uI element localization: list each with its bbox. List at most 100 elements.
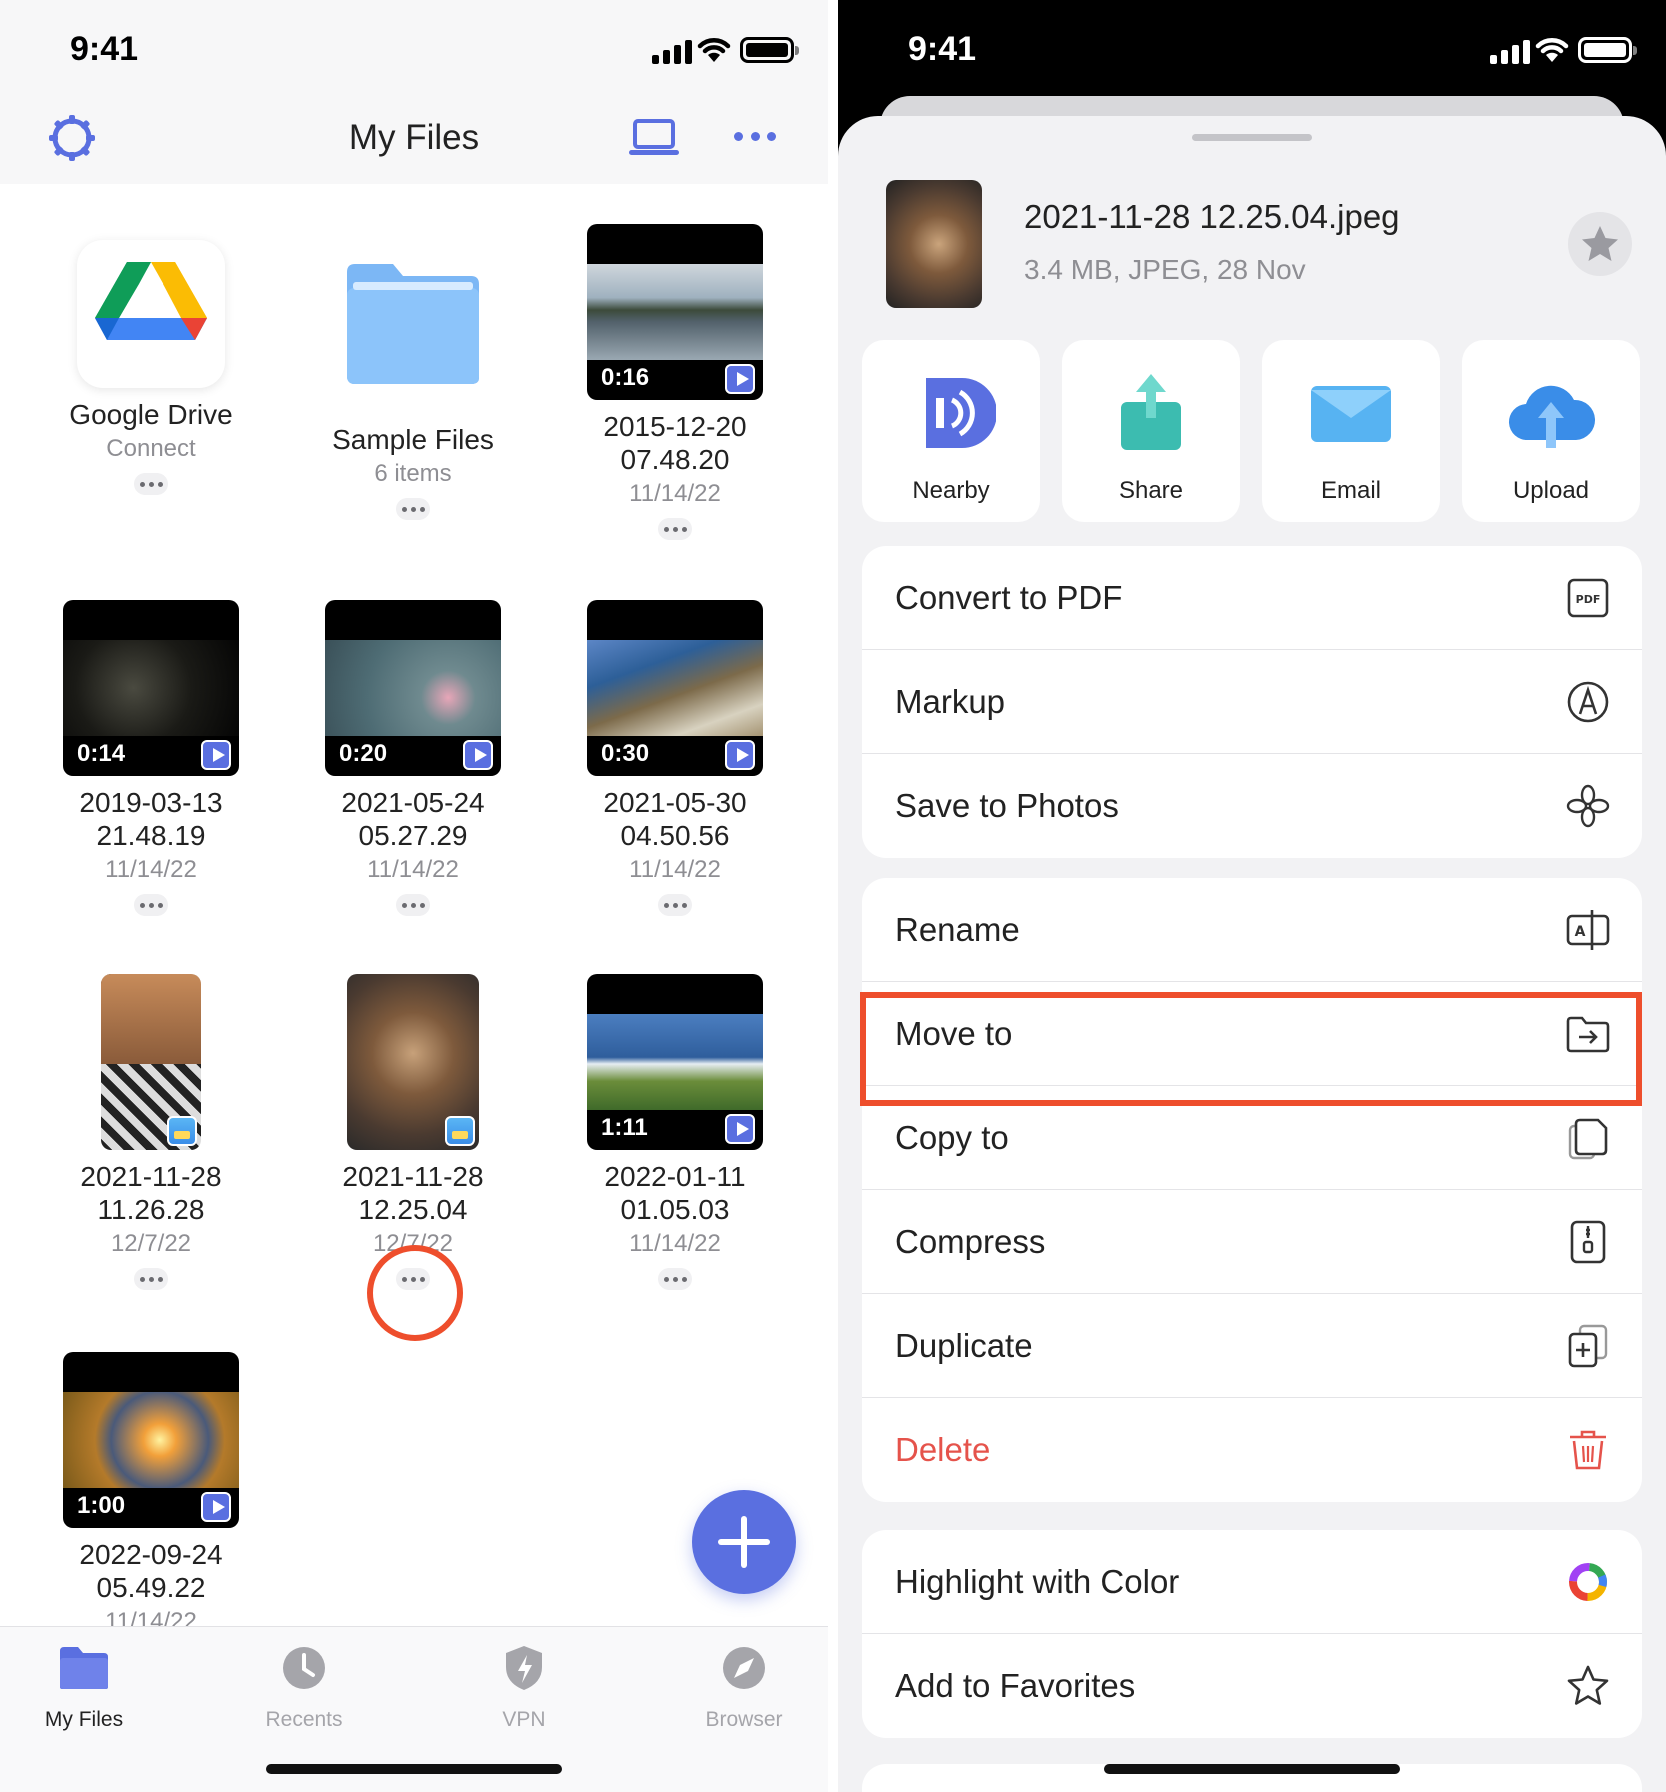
quick-action-label: Nearby: [912, 477, 990, 504]
my-files-screen: 9:41 My Files Google Drive Connect Sampl…: [0, 0, 828, 1792]
video-duration: 1:11: [601, 1114, 648, 1141]
item-subtitle: 6 items: [374, 460, 452, 487]
row-label: Compress: [895, 1223, 1046, 1260]
item-subtitle: 11/14/22: [629, 480, 721, 507]
more-options-icon[interactable]: [734, 128, 776, 144]
upload-icon: [1508, 385, 1596, 448]
item-more-icon[interactable]: [658, 1268, 692, 1290]
add-button[interactable]: [692, 1490, 796, 1594]
row-label: Save to Photos: [895, 787, 1119, 824]
actions-group-convert: Convert to PDF PDF Markup Save to Photos: [862, 546, 1642, 858]
duplicate-icon: [1568, 1324, 1608, 1368]
tab-recents[interactable]: Recents: [224, 1645, 384, 1732]
grid-item-video[interactable]: 0:30 2021-05-30 04.50.56 11/14/22: [544, 600, 806, 916]
image-badge-icon: [445, 1116, 475, 1146]
grid-item-google-drive[interactable]: Google Drive Connect: [20, 240, 282, 495]
grid-item-photo-selected[interactable]: 2021-11-28 12.25.04 12/7/22: [282, 974, 544, 1290]
upload-button[interactable]: Upload: [1462, 340, 1640, 522]
cellular-signal-icon: [652, 38, 692, 64]
item-more-icon[interactable]: [134, 1268, 168, 1290]
share-button[interactable]: Share: [1062, 340, 1240, 522]
item-name: Sample Files: [332, 424, 494, 455]
status-time: 9:41: [70, 30, 139, 68]
highlight-with-color-row[interactable]: Highlight with Color: [862, 1530, 1642, 1634]
star-filled-icon: [1582, 226, 1618, 261]
page-title: My Files: [348, 118, 480, 157]
row-label: Rename: [895, 911, 1020, 948]
trash-icon: [1570, 1430, 1606, 1470]
row-label: Add to Favorites: [895, 1667, 1136, 1704]
actions-group-organize: Highlight with Color Add to Favorites: [862, 1530, 1642, 1738]
wifi-icon: [697, 38, 731, 62]
row-label: Convert to PDF: [895, 579, 1123, 616]
tab-label: My Files: [44, 1708, 124, 1731]
nearby-button[interactable]: Nearby: [862, 340, 1040, 522]
add-to-favorites-row[interactable]: Add to Favorites: [862, 1634, 1642, 1738]
row-label: Highlight with Color: [895, 1563, 1180, 1600]
status-bar: 9:41: [0, 0, 828, 100]
tab-browser[interactable]: Browser: [664, 1645, 824, 1732]
pdf-convert-icon: PDF: [1567, 578, 1609, 618]
item-name: 2021-11-28 11.26.28: [80, 1161, 222, 1225]
item-name: 2021-05-30 04.50.56: [603, 787, 747, 851]
item-subtitle: 11/14/22: [367, 856, 459, 883]
photo-thumbnail: [101, 974, 201, 1150]
markup-row[interactable]: Markup: [862, 650, 1642, 754]
item-more-icon[interactable]: [134, 473, 168, 495]
save-to-photos-row[interactable]: Save to Photos: [862, 754, 1642, 858]
item-subtitle: 12/7/22: [110, 1230, 192, 1257]
grid-item-sample-files[interactable]: Sample Files 6 items: [282, 240, 544, 520]
folder-icon: [347, 264, 479, 384]
item-more-icon[interactable]: [658, 894, 692, 916]
video-duration: 0:14: [77, 740, 126, 767]
item-name: 2015-12-20 07.48.20: [603, 411, 747, 475]
rename-icon: A: [1566, 910, 1610, 950]
item-more-icon[interactable]: [396, 498, 430, 520]
grid-item-video[interactable]: 0:16 2015-12-20 07.48.20 11/14/22: [544, 224, 806, 540]
markup-icon: [1567, 681, 1609, 723]
battery-icon: [740, 37, 799, 63]
tab-my-files[interactable]: My Files: [4, 1645, 164, 1732]
favorite-button[interactable]: [1568, 212, 1632, 276]
grid-item-photo[interactable]: 2021-11-28 11.26.28 12/7/22: [20, 974, 282, 1290]
sheet-grabber[interactable]: [1192, 134, 1312, 141]
duplicate-row[interactable]: Duplicate: [862, 1294, 1642, 1398]
grid-item-video[interactable]: 0:14 2019-03-13 21.48.19 11/14/22: [20, 600, 282, 916]
svg-text:A: A: [1575, 924, 1586, 940]
grid-item-video[interactable]: 0:20 2021-05-24 05.27.29 11/14/22: [282, 600, 544, 916]
video-thumbnail: 0:20: [325, 600, 501, 776]
row-label: Markup: [895, 683, 1006, 720]
quick-action-label: Upload: [1512, 477, 1590, 504]
tab-vpn[interactable]: VPN: [444, 1645, 604, 1732]
convert-to-pdf-row[interactable]: Convert to PDF PDF: [862, 546, 1642, 650]
grid-item-video[interactable]: 1:00 2022-09-24 05.49.22 11/14/22: [20, 1352, 282, 1626]
star-outline-icon: [1567, 1665, 1609, 1705]
tab-bar: My Files Recents VPN Browser: [0, 1626, 828, 1792]
item-more-icon[interactable]: [658, 518, 692, 540]
email-button[interactable]: Email: [1262, 340, 1440, 522]
item-more-icon[interactable]: [396, 894, 430, 916]
delete-row[interactable]: Delete: [862, 1398, 1642, 1502]
action-sheet: 2021-11-28 12.25.04.jpeg 3.4 MB, JPEG, 2…: [838, 116, 1666, 1792]
item-name: 2021-05-24 05.27.29: [341, 787, 485, 851]
email-icon: [1311, 386, 1391, 442]
item-subtitle: 11/14/22: [105, 1608, 197, 1626]
row-label: Duplicate: [895, 1327, 1033, 1364]
shield-icon: [506, 1646, 542, 1690]
laptop-icon[interactable]: [628, 118, 680, 158]
play-badge-icon: [201, 740, 231, 770]
row-label: Delete: [895, 1431, 991, 1468]
item-subtitle: 11/14/22: [629, 856, 721, 883]
rename-highlight-annotation: [860, 992, 1642, 1106]
item-more-icon[interactable]: [134, 894, 168, 916]
grid-item-video[interactable]: 1:11 2022-01-11 01.05.03 11/14/22: [544, 974, 806, 1290]
file-meta: 3.4 MB, JPEG, 28 Nov: [1024, 254, 1306, 285]
compass-icon: [723, 1647, 765, 1689]
play-badge-icon: [725, 1114, 755, 1144]
rename-row[interactable]: Rename A: [862, 878, 1642, 982]
play-badge-icon: [463, 740, 493, 770]
app-header: My Files: [0, 100, 828, 184]
image-badge-icon: [167, 1116, 197, 1146]
compress-row[interactable]: Compress: [862, 1190, 1642, 1294]
share-icon: [1121, 374, 1181, 450]
